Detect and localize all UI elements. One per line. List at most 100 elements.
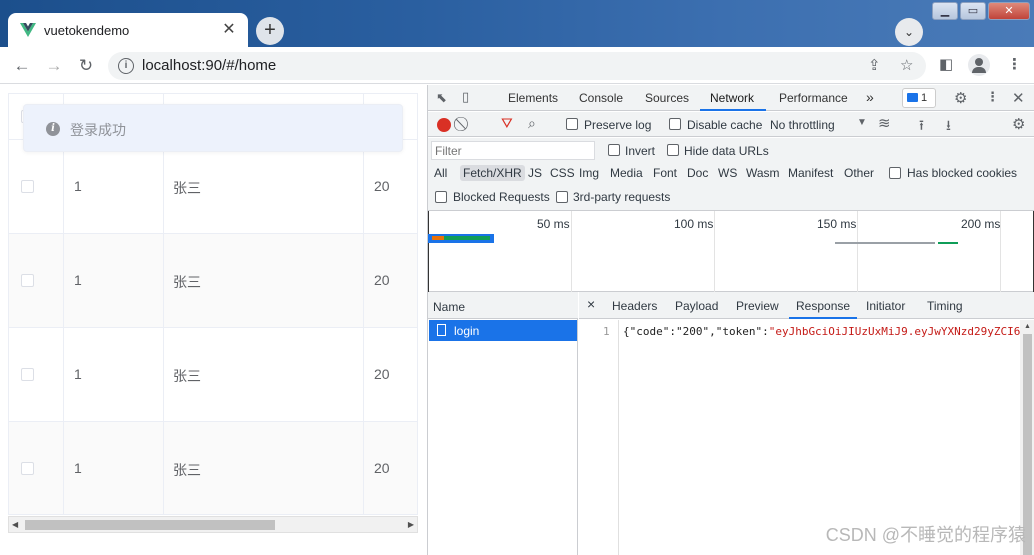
- request-name[interactable]: login: [454, 324, 479, 338]
- response-body[interactable]: {"code":"200","token":"eyJhbGciOiJIUzUxM…: [623, 325, 1021, 338]
- table-row[interactable]: 1 张三 20: [9, 140, 417, 234]
- profile-avatar[interactable]: [968, 54, 990, 76]
- site-info-icon[interactable]: i: [118, 58, 134, 74]
- tab-title: vuetokendemo: [44, 23, 130, 38]
- detail-tab-bar: × Headers Payload Preview Response Initi…: [579, 292, 1034, 319]
- maximize-button[interactable]: ▭: [960, 2, 986, 20]
- new-tab-button[interactable]: +: [256, 17, 284, 45]
- tab-headers[interactable]: Headers: [612, 299, 657, 313]
- has-blocked-cookies-checkbox[interactable]: [889, 167, 901, 179]
- cell-id: 1: [74, 366, 82, 382]
- row-checkbox[interactable]: [21, 462, 34, 475]
- type-filter-font[interactable]: Font: [653, 166, 677, 180]
- tab-elements[interactable]: Elements: [508, 91, 558, 105]
- type-filter-media[interactable]: Media: [610, 166, 643, 180]
- type-filter-wasm[interactable]: Wasm: [746, 166, 780, 180]
- blocked-requests-checkbox[interactable]: [435, 191, 447, 203]
- forward-arrow-icon[interactable]: →: [43, 55, 65, 77]
- bookmark-star-icon[interactable]: ☆: [900, 56, 913, 74]
- url-text[interactable]: localhost:90/#/home: [142, 57, 276, 74]
- share-icon[interactable]: ⇪: [868, 56, 881, 74]
- type-filter-all[interactable]: All: [434, 166, 447, 180]
- address-bar[interactable]: i localhost:90/#/home ⇪ ☆: [108, 52, 926, 80]
- devtools-menu-icon[interactable]: ⋮: [986, 89, 999, 105]
- side-panel-icon[interactable]: ◧: [939, 55, 953, 73]
- data-table: 1 张三 20 1 张三 20 1 张三 20 1 张三 20: [8, 93, 418, 515]
- network-conditions-icon[interactable]: ≋: [878, 114, 891, 132]
- scroll-left-icon[interactable]: ◀: [12, 520, 18, 529]
- reload-icon[interactable]: ↻: [75, 55, 97, 77]
- type-filter-css[interactable]: CSS: [550, 166, 575, 180]
- table-row[interactable]: 1 张三 20: [9, 234, 417, 328]
- devtools-tab-bar: ⬉ ▯ Elements Console Sources Network Per…: [428, 85, 1034, 111]
- more-tabs-icon[interactable]: »: [866, 89, 874, 105]
- type-filter-js[interactable]: JS: [528, 166, 542, 180]
- tab-payload[interactable]: Payload: [675, 299, 718, 313]
- invert-checkbox[interactable]: [608, 144, 620, 156]
- settings-gear-icon[interactable]: ⚙: [954, 89, 967, 107]
- record-icon[interactable]: [437, 118, 451, 132]
- tab-response[interactable]: Response: [796, 299, 850, 313]
- response-prefix: {"code":"200","token":: [623, 325, 769, 338]
- tab-preview[interactable]: Preview: [736, 299, 779, 313]
- row-checkbox[interactable]: [21, 180, 34, 193]
- name-column-header[interactable]: Name: [433, 300, 465, 314]
- request-row-login[interactable]: login: [429, 320, 577, 341]
- type-filter-doc[interactable]: Doc: [687, 166, 708, 180]
- tab-network[interactable]: Network: [710, 91, 754, 105]
- filter-funnel-icon[interactable]: ⛛: [501, 115, 513, 132]
- tab-search-chevron-icon[interactable]: ⌄: [895, 18, 923, 46]
- scroll-right-icon[interactable]: ▶: [408, 520, 414, 529]
- issues-badge[interactable]: 1: [902, 88, 936, 108]
- has-blocked-cookies-label: Has blocked cookies: [907, 166, 1018, 180]
- close-devtools-icon[interactable]: ✕: [1012, 89, 1025, 107]
- search-icon[interactable]: ⌕: [528, 115, 536, 132]
- toast-message: 登录成功: [70, 122, 126, 138]
- throttling-chevron-down-icon[interactable]: ▼: [857, 117, 867, 128]
- type-filter-manifest[interactable]: Manifest: [788, 166, 833, 180]
- export-har-icon[interactable]: ⭳: [946, 115, 951, 139]
- row-checkbox[interactable]: [21, 274, 34, 287]
- scrollbar-thumb[interactable]: [25, 520, 275, 530]
- close-tab-icon[interactable]: ✕: [220, 21, 238, 39]
- hide-data-urls-checkbox[interactable]: [667, 144, 679, 156]
- hide-data-urls-label: Hide data URLs: [684, 144, 769, 158]
- type-filter-ws[interactable]: WS: [718, 166, 737, 180]
- close-detail-icon[interactable]: ×: [587, 296, 595, 312]
- tab-sources[interactable]: Sources: [645, 91, 689, 105]
- issues-count: 1: [921, 92, 928, 104]
- tab-timing[interactable]: Timing: [927, 299, 963, 313]
- line-number-gutter: 1: [579, 320, 619, 555]
- back-arrow-icon[interactable]: ←: [11, 55, 33, 77]
- inspect-element-icon[interactable]: ⬉: [436, 90, 447, 106]
- tab-performance[interactable]: Performance: [779, 91, 848, 105]
- preserve-log-label: Preserve log: [584, 118, 652, 132]
- table-row[interactable]: 1 张三 20: [9, 422, 417, 514]
- response-vertical-scrollbar[interactable]: ▲: [1020, 320, 1034, 555]
- disable-cache-checkbox[interactable]: [669, 118, 681, 130]
- preserve-log-checkbox[interactable]: [566, 118, 578, 130]
- filter-input[interactable]: [431, 141, 595, 160]
- type-filter-fetch-xhr[interactable]: Fetch/XHR: [460, 165, 525, 181]
- import-har-icon[interactable]: ⭱: [919, 115, 924, 139]
- device-toolbar-icon[interactable]: ▯: [462, 89, 469, 105]
- row-checkbox[interactable]: [21, 368, 34, 381]
- scroll-up-icon[interactable]: ▲: [1024, 323, 1031, 330]
- cell-name: 张三: [173, 180, 201, 196]
- browser-tab[interactable]: vuetokendemo ✕: [8, 13, 248, 47]
- type-filter-img[interactable]: Img: [579, 166, 599, 180]
- tab-console[interactable]: Console: [579, 91, 623, 105]
- horizontal-scrollbar[interactable]: ◀ ▶: [8, 516, 418, 533]
- table-row[interactable]: 1 张三 20: [9, 328, 417, 422]
- network-overview-timeline[interactable]: 50 ms 100 ms 150 ms 200 ms: [428, 211, 1034, 292]
- third-party-checkbox[interactable]: [556, 191, 568, 203]
- minimize-button[interactable]: ▁: [932, 2, 958, 20]
- network-settings-gear-icon[interactable]: ⚙: [1012, 115, 1025, 133]
- throttling-select[interactable]: No throttling: [770, 118, 835, 132]
- timing-bar-response: [938, 242, 958, 244]
- type-filter-other[interactable]: Other: [844, 166, 874, 180]
- tab-initiator[interactable]: Initiator: [866, 299, 905, 313]
- close-window-button[interactable]: ✕: [988, 2, 1030, 20]
- browser-menu-icon[interactable]: ⋮: [1007, 55, 1022, 73]
- cell-name: 张三: [173, 368, 201, 384]
